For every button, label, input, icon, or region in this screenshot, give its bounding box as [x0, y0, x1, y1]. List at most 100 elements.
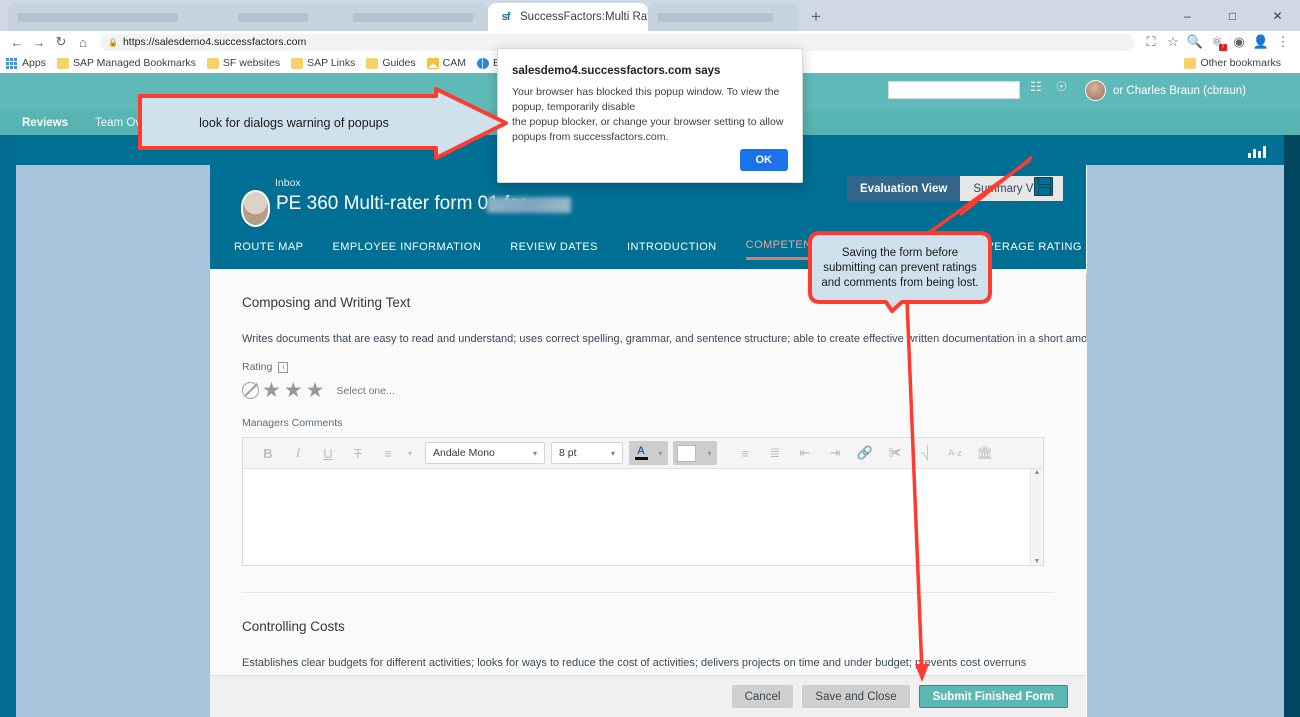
- save-and-close-button[interactable]: Save and Close: [802, 685, 910, 708]
- tab-title-redacted: [658, 12, 773, 22]
- toolbar-icons: ⛶ ☆ 🔍 ⚛ ! ◉ 👤 ⋮: [1140, 31, 1294, 53]
- dialog-message: Your browser has blocked this popup wind…: [512, 86, 784, 143]
- indent-icon[interactable]: ⇥: [820, 438, 850, 469]
- bookmark-sap-links[interactable]: SAP Links: [291, 57, 355, 69]
- search-extension-icon[interactable]: 🔍: [1184, 31, 1206, 53]
- font-color-icon: A: [629, 441, 653, 465]
- font-size-select[interactable]: 8 pt ▾: [551, 442, 623, 464]
- tab-strip: sf SuccessFactors:Multi Rater ✕ + – □ ✕: [0, 0, 1300, 31]
- rating-label: Rating: [242, 361, 273, 373]
- sf-content-area: Inbox PE 360 Multi-rater form 01 for ROU…: [16, 165, 1284, 717]
- align-icon[interactable]: ≡: [373, 438, 403, 469]
- font-family-select[interactable]: Andale Mono ▾: [425, 442, 545, 464]
- left-rail: [0, 135, 16, 717]
- evaluation-view-button[interactable]: Evaluation View: [847, 176, 961, 201]
- tab-review-dates[interactable]: REVIEW DATES: [510, 241, 598, 259]
- url-text: https://salesdemo4.successfactors.com: [122, 36, 307, 48]
- spell-check-icon[interactable]: A-z: [940, 438, 970, 469]
- other-bookmarks[interactable]: Other bookmarks: [1184, 57, 1281, 69]
- close-button[interactable]: ✕: [1255, 0, 1300, 31]
- rating-control[interactable]: ★ ★ ★ Select one...: [242, 373, 1054, 401]
- bookmark-sap-managed[interactable]: SAP Managed Bookmarks: [56, 57, 196, 69]
- reload-icon[interactable]: ↻: [50, 31, 72, 53]
- profile-icon[interactable]: 👤: [1250, 31, 1272, 53]
- bookmark-guides[interactable]: Guides: [366, 57, 416, 69]
- breadcrumb[interactable]: Inbox: [275, 177, 301, 189]
- tab-route-map[interactable]: ROUTE MAP: [234, 241, 303, 259]
- tab-introduction[interactable]: INTRODUCTION: [627, 241, 717, 259]
- bullet-list-icon[interactable]: ≡: [730, 438, 760, 469]
- browser-tab-3[interactable]: [648, 3, 798, 31]
- new-tab-button[interactable]: +: [802, 3, 830, 31]
- bookmark-star-icon[interactable]: ☆: [1162, 31, 1184, 53]
- chevron-down-icon[interactable]: ▾: [403, 438, 417, 469]
- back-icon[interactable]: ←: [6, 31, 28, 53]
- legal-scan-icon[interactable]: 🏛: [970, 438, 1000, 469]
- editor-toolbar: B I U T ≡ ▾ Andale Mono ▾ 8 pt ▾ A ▾ ▾ ≡…: [243, 438, 1043, 469]
- grid-apps-icon[interactable]: ☷: [1030, 79, 1042, 95]
- home-icon[interactable]: ⌂: [72, 31, 94, 53]
- form-action-bar: Cancel Save and Close Submit Finished Fo…: [210, 675, 1086, 717]
- remove-link-icon[interactable]: ✀: [880, 438, 910, 469]
- lock-icon: 🔒: [108, 37, 118, 47]
- extension-alert-icon[interactable]: ⚛ !: [1206, 31, 1228, 53]
- background-color-picker[interactable]: ▾: [673, 441, 717, 465]
- media-cast-icon[interactable]: ⛶: [1140, 31, 1162, 53]
- tab-employee-information[interactable]: EMPLOYEE INFORMATION: [332, 241, 481, 259]
- callout-text: Saving the form before submitting can pr…: [821, 247, 979, 289]
- insert-link-icon[interactable]: 🔗: [850, 438, 880, 469]
- numbered-list-icon[interactable]: ≣: [760, 438, 790, 469]
- maximize-button[interactable]: □: [1210, 0, 1255, 31]
- scroll-up-icon[interactable]: ▲: [1034, 469, 1041, 476]
- bookmark-apps[interactable]: Apps: [6, 57, 46, 69]
- globe-icon: [476, 57, 489, 69]
- form-scroll-region[interactable]: Composing and Writing Text Writes docume…: [210, 269, 1086, 717]
- extension-circle-icon[interactable]: ◉: [1228, 31, 1250, 53]
- browser-window: sf SuccessFactors:Multi Rater ✕ + – □ ✕ …: [0, 0, 1300, 717]
- dialog-ok-button[interactable]: OK: [739, 149, 788, 171]
- sf-user-menu[interactable]: or Charles Braun (cbraun): [1085, 80, 1246, 101]
- other-bookmarks-label: Other bookmarks: [1200, 57, 1281, 69]
- star-icon[interactable]: ★: [306, 380, 325, 401]
- minimize-button[interactable]: –: [1165, 0, 1210, 31]
- comments-label: Managers Comments: [242, 417, 343, 429]
- forward-icon[interactable]: →: [28, 31, 50, 53]
- floppy-disk-save-icon[interactable]: [1034, 177, 1053, 196]
- bookmark-label: CAM: [442, 57, 466, 69]
- browser-tab-successfactors[interactable]: sf SuccessFactors:Multi Rater ✕: [488, 3, 681, 31]
- underline-icon[interactable]: U: [313, 438, 343, 469]
- outdent-icon[interactable]: ⇤: [790, 438, 820, 469]
- sf-user-label: or Charles Braun (cbraun): [1113, 84, 1246, 97]
- comments-textarea[interactable]: ▲ ▼: [243, 469, 1043, 565]
- chevron-down-icon: ▾: [658, 448, 663, 458]
- bookmark-cam[interactable]: CAM: [426, 57, 466, 69]
- section-description: Writes documents that are easy to read a…: [242, 333, 1086, 345]
- cancel-button[interactable]: Cancel: [731, 685, 794, 708]
- strikethrough-icon[interactable]: T: [343, 438, 373, 469]
- notifications-icon[interactable]: ☉: [1056, 79, 1068, 95]
- submit-finished-form-button[interactable]: Submit Finished Form: [918, 685, 1068, 708]
- sf-nav-item-reviews[interactable]: Reviews: [22, 117, 68, 129]
- menu-kebab-icon[interactable]: ⋮: [1272, 31, 1294, 53]
- star-icon[interactable]: ★: [262, 380, 281, 401]
- info-icon[interactable]: i: [278, 361, 289, 373]
- star-icon[interactable]: ★: [284, 380, 303, 401]
- competency-section-composing: Composing and Writing Text Writes docume…: [210, 269, 1086, 593]
- section-title: Controlling Costs: [242, 619, 345, 634]
- no-rating-icon[interactable]: [242, 382, 259, 399]
- bookmark-label: SAP Managed Bookmarks: [72, 57, 196, 69]
- tab-title-redacted: [353, 12, 473, 22]
- browser-tab-1[interactable]: [8, 3, 488, 31]
- font-color-picker[interactable]: A ▾: [629, 441, 668, 465]
- folder-icon: [56, 57, 69, 69]
- extension-alert-badge: !: [1219, 44, 1227, 51]
- editor-scrollbar[interactable]: ▲ ▼: [1030, 469, 1043, 565]
- bookmark-sf-websites[interactable]: SF websites: [206, 57, 280, 69]
- scroll-down-icon[interactable]: ▼: [1034, 558, 1041, 565]
- bar-chart-icon[interactable]: [1248, 142, 1266, 158]
- sf-search-input[interactable]: [888, 81, 1020, 99]
- tab-title-redacted: [238, 12, 308, 22]
- special-character-icon[interactable]: ⎷: [910, 438, 940, 469]
- bold-icon[interactable]: B: [253, 438, 283, 469]
- italic-icon[interactable]: I: [283, 438, 313, 469]
